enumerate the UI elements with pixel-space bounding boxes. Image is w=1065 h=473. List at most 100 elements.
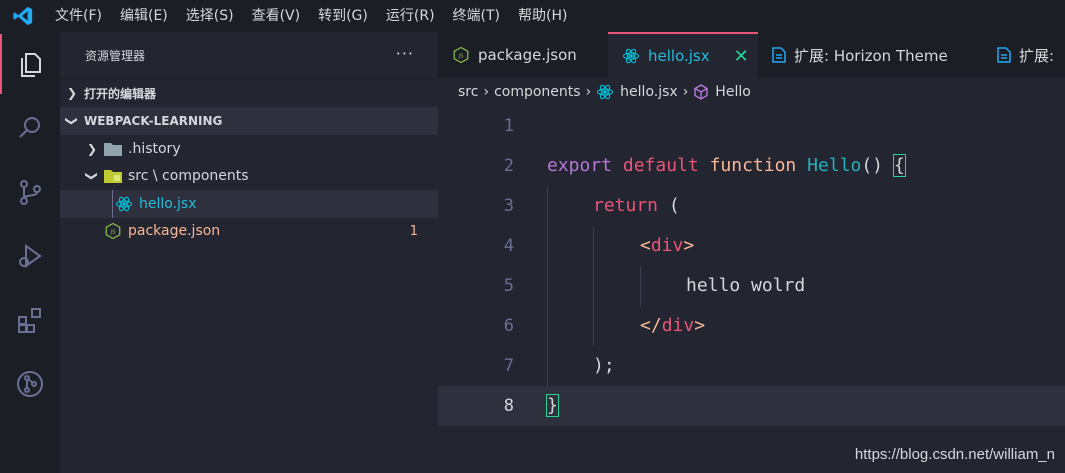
git-graph-icon[interactable] bbox=[0, 354, 60, 414]
menu-run[interactable]: 运行(R) bbox=[377, 0, 444, 32]
code-line: 3 return ( bbox=[438, 186, 1065, 226]
code-text: hello wolrd bbox=[686, 275, 806, 296]
chevron-right-icon: ❯ bbox=[86, 141, 98, 156]
more-actions-icon[interactable]: ··· bbox=[396, 44, 414, 63]
explorer-sidebar: 资源管理器 ··· ❯ 打开的编辑器 ❯ WEBPACK-LEARNING ❯ … bbox=[60, 32, 438, 473]
code-text: ); bbox=[593, 355, 615, 376]
explorer-icon[interactable] bbox=[0, 34, 60, 94]
tab-extension-horizon-theme[interactable]: 扩展: Horizon Theme bbox=[758, 32, 983, 78]
editor-tab-bar: JS package.json hello.jsx ✕ 扩展: Horizon … bbox=[438, 32, 1065, 78]
chevron-right-icon: ❯ bbox=[66, 86, 78, 100]
svg-text:JS: JS bbox=[458, 53, 465, 59]
code-line: 7 ); bbox=[438, 346, 1065, 386]
menu-help[interactable]: 帮助(H) bbox=[509, 0, 576, 32]
code-text: export default function Hello() { bbox=[547, 146, 906, 186]
explorer-title: 资源管理器 bbox=[85, 48, 146, 63]
run-debug-icon[interactable] bbox=[0, 226, 60, 286]
close-icon[interactable]: ✕ bbox=[734, 46, 749, 67]
tab-label: hello.jsx bbox=[648, 47, 710, 65]
tag-name: div bbox=[661, 315, 695, 336]
code-line: 2 export default function Hello() { bbox=[438, 146, 1065, 186]
line-number: 2 bbox=[503, 156, 514, 176]
react-icon bbox=[596, 83, 614, 101]
line-number: 7 bbox=[503, 356, 514, 376]
tree-item-src-components[interactable]: ❯ src \ components bbox=[60, 163, 438, 191]
react-icon bbox=[622, 47, 640, 65]
tab-hello-jsx[interactable]: hello.jsx ✕ bbox=[608, 32, 758, 78]
open-paren: ( bbox=[668, 195, 680, 216]
code-line: 5 hello wolrd bbox=[438, 266, 1065, 306]
file-icon bbox=[997, 47, 1011, 63]
line-number: 4 bbox=[503, 236, 514, 256]
tag-bracket: > bbox=[683, 235, 695, 256]
nodejs-icon: JS bbox=[104, 222, 122, 240]
nodejs-icon: JS bbox=[452, 46, 470, 64]
open-editors-label: 打开的编辑器 bbox=[84, 86, 157, 101]
tree-item-history[interactable]: ❯ .history bbox=[60, 135, 438, 163]
breadcrumb-components[interactable]: components bbox=[494, 84, 581, 100]
folder-icon bbox=[104, 142, 122, 156]
folder-components-icon bbox=[104, 169, 122, 184]
activity-bar bbox=[0, 32, 60, 473]
tree-item-label: hello.jsx bbox=[139, 195, 197, 212]
menu-edit[interactable]: 编辑(E) bbox=[111, 0, 177, 32]
menu-terminal[interactable]: 终端(T) bbox=[444, 0, 509, 32]
function-name: Hello bbox=[807, 155, 862, 176]
tab-label: 扩展: Horizon Theme bbox=[794, 46, 948, 65]
tag-bracket: < bbox=[640, 235, 651, 256]
tag-bracket: </ bbox=[640, 315, 662, 336]
svg-text:JS: JS bbox=[110, 230, 117, 236]
tree-item-hello-jsx[interactable]: hello.jsx bbox=[60, 190, 438, 218]
line-number: 6 bbox=[503, 316, 514, 336]
parens: () bbox=[861, 155, 883, 176]
tab-label: package.json bbox=[478, 46, 577, 64]
code-line: 6 </div> bbox=[438, 306, 1065, 346]
problem-count-badge: 1 bbox=[409, 223, 418, 239]
breadcrumb-symbol[interactable]: Hello bbox=[715, 84, 751, 100]
tree-item-package-json[interactable]: JS package.json 1 bbox=[60, 218, 438, 246]
menu-selection[interactable]: 选择(S) bbox=[177, 0, 243, 32]
code-line: 1 bbox=[438, 106, 1065, 146]
line-number: 8 bbox=[503, 396, 514, 416]
breadcrumb-file[interactable]: hello.jsx bbox=[620, 84, 678, 100]
menu-view[interactable]: 查看(V) bbox=[243, 0, 310, 32]
explorer-header: 资源管理器 ··· bbox=[60, 32, 438, 78]
keyword-default: default bbox=[622, 155, 699, 176]
keyword-export: export bbox=[547, 155, 613, 176]
open-editors-section[interactable]: ❯ 打开的编辑器 bbox=[60, 78, 438, 107]
vscode-logo-icon bbox=[0, 0, 46, 32]
tab-label: 扩展: bbox=[1019, 46, 1055, 65]
tag-name: div bbox=[650, 235, 684, 256]
code-text: return ( bbox=[593, 186, 680, 226]
chevron-right-icon: › bbox=[483, 84, 490, 100]
code-text: } bbox=[546, 386, 559, 426]
extensions-icon[interactable] bbox=[0, 290, 60, 350]
watermark: https://blog.csdn.net/william_n bbox=[854, 446, 1055, 463]
source-control-icon[interactable] bbox=[0, 162, 60, 222]
tab-package-json[interactable]: JS package.json bbox=[438, 32, 608, 78]
project-section[interactable]: ❯ WEBPACK-LEARNING bbox=[60, 107, 438, 135]
search-icon[interactable] bbox=[0, 98, 60, 158]
title-bar: 文件(F) 编辑(E) 选择(S) 查看(V) 转到(G) 运行(R) 终端(T… bbox=[0, 0, 1065, 32]
chevron-right-icon: › bbox=[585, 84, 592, 100]
line-number: 1 bbox=[503, 116, 514, 136]
matched-brace: { bbox=[892, 154, 906, 177]
breadcrumb: src › components › hello.jsx › Hello bbox=[438, 78, 1065, 106]
indent-guide bbox=[112, 190, 113, 218]
react-icon bbox=[115, 195, 133, 213]
chevron-right-icon: › bbox=[682, 84, 689, 100]
chevron-down-icon: ❯ bbox=[85, 171, 99, 182]
breadcrumb-src[interactable]: src bbox=[458, 84, 478, 100]
code-line: 4 <div> bbox=[438, 226, 1065, 266]
menu-go[interactable]: 转到(G) bbox=[309, 0, 377, 32]
tree-item-label: .history bbox=[128, 140, 181, 157]
line-number: 5 bbox=[503, 276, 514, 296]
code-text: </div> bbox=[640, 306, 705, 346]
tab-extension[interactable]: 扩展: bbox=[983, 32, 1065, 78]
code-editor[interactable]: 1 2 export default function Hello() { 3 … bbox=[438, 106, 1065, 473]
keyword-function: function bbox=[709, 155, 797, 176]
tag-bracket: > bbox=[694, 315, 706, 336]
symbol-method-icon bbox=[693, 84, 709, 100]
menu-file[interactable]: 文件(F) bbox=[46, 0, 111, 32]
line-number: 3 bbox=[503, 196, 514, 216]
